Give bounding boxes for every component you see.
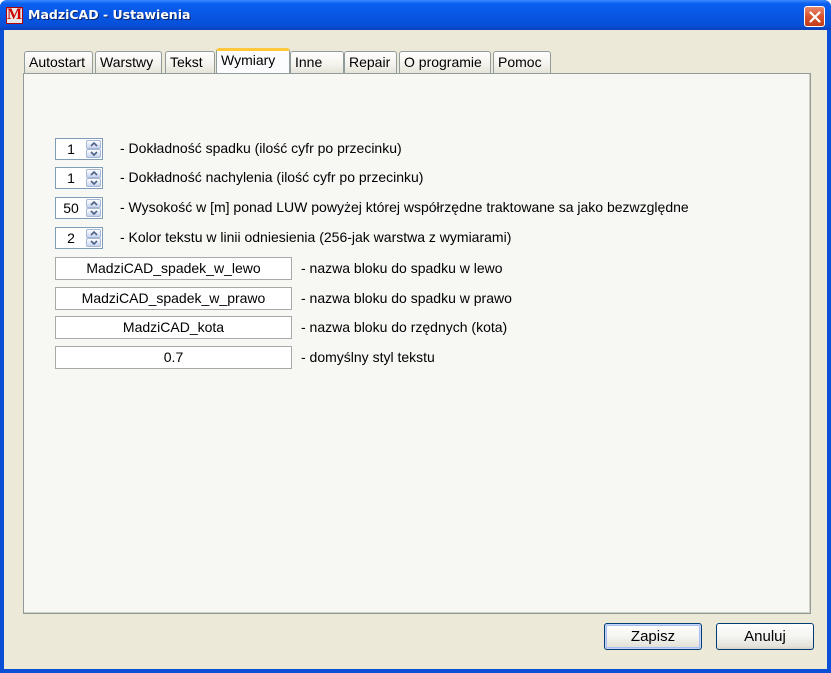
block-elevation-label: - nazwa bloku do rzędnych (kota)	[301, 319, 508, 335]
spinner-value[interactable]: 1	[56, 168, 86, 188]
chevron-up-icon	[90, 231, 98, 236]
tab-repair[interactable]: Repair	[344, 51, 397, 73]
spin-up-button[interactable]	[86, 140, 101, 149]
spinner-buttons	[86, 199, 101, 217]
spinner-value[interactable]: 50	[56, 198, 86, 218]
spin-down-button[interactable]	[86, 178, 101, 187]
app-logo-glyph: M	[7, 6, 23, 23]
window-title: MadziCAD - Ustawienia	[28, 7, 191, 22]
default-text-style-input[interactable]: 0.7	[55, 346, 292, 369]
tab-inne[interactable]: Inne	[290, 51, 344, 73]
spin-up-button[interactable]	[86, 229, 101, 238]
block-slope-left-input[interactable]: MadziCAD_spadek_w_lewo	[55, 257, 292, 280]
tab-pomoc[interactable]: Pomoc	[493, 51, 551, 73]
title-bar[interactable]: M MadziCAD - Ustawienia	[0, 0, 831, 30]
cancel-button[interactable]: Anuluj	[716, 623, 814, 650]
app-logo-icon: M	[6, 6, 23, 24]
chevron-up-icon	[90, 201, 98, 206]
chevron-up-icon	[90, 142, 98, 147]
save-button[interactable]: Zapisz	[604, 623, 702, 650]
dialog-client-area: Autostart Warstwy Tekst Wymiary Inne Rep…	[4, 30, 827, 669]
spinner-value[interactable]: 1	[56, 139, 86, 159]
dialog-window: M MadziCAD - Ustawienia Autostart Warstw…	[0, 0, 831, 673]
block-slope-right-input[interactable]: MadziCAD_spadek_w_prawo	[55, 287, 292, 310]
slope-precision-label: - Dokładność spadku (ilość cyfr po przec…	[120, 140, 402, 156]
block-slope-right-label: - nazwa bloku do spadku w prawo	[301, 290, 512, 306]
spinner-value[interactable]: 2	[56, 228, 86, 248]
tab-warstwy[interactable]: Warstwy	[95, 51, 162, 73]
default-text-style-label: - domyślny styl tekstu	[301, 349, 435, 365]
spinner-buttons	[86, 140, 101, 158]
spin-up-button[interactable]	[86, 169, 101, 178]
spin-down-button[interactable]	[86, 149, 101, 158]
incline-precision-spinner[interactable]: 1	[55, 167, 103, 189]
height-threshold-spinner[interactable]: 50	[55, 197, 103, 219]
spinner-buttons	[86, 229, 101, 247]
height-threshold-label: - Wysokość w [m] ponad LUW powyżej które…	[120, 199, 689, 215]
spin-down-button[interactable]	[86, 238, 101, 247]
chevron-down-icon	[90, 240, 98, 245]
block-slope-left-label: - nazwa bloku do spadku w lewo	[301, 260, 503, 276]
incline-precision-label: - Dokładność nachylenia (ilość cyfr po p…	[120, 169, 424, 185]
text-color-spinner[interactable]: 2	[55, 227, 103, 249]
chevron-up-icon	[90, 171, 98, 176]
chevron-down-icon	[90, 210, 98, 215]
block-elevation-input[interactable]: MadziCAD_kota	[55, 316, 292, 339]
text-color-label: - Kolor tekstu w linii odniesienia (256-…	[120, 229, 512, 245]
slope-precision-spinner[interactable]: 1	[55, 138, 103, 160]
tab-panel-wymiary: 1 - Dokładność spadku (ilość cyfr po prz…	[23, 73, 811, 614]
chevron-down-icon	[90, 151, 98, 156]
tab-wymiary[interactable]: Wymiary	[216, 48, 290, 73]
close-button[interactable]	[804, 6, 825, 27]
spinner-buttons	[86, 169, 101, 187]
close-icon	[809, 11, 821, 23]
spin-down-button[interactable]	[86, 208, 101, 217]
tab-o-programie[interactable]: O programie	[399, 51, 491, 73]
spin-up-button[interactable]	[86, 199, 101, 208]
tab-autostart[interactable]: Autostart	[24, 51, 93, 73]
chevron-down-icon	[90, 180, 98, 185]
tab-tekst[interactable]: Tekst	[165, 51, 215, 73]
